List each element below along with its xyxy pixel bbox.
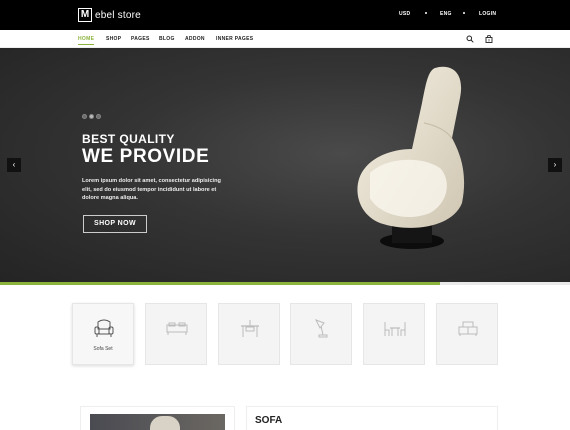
separator-dot — [425, 12, 427, 14]
desk-icon — [241, 320, 259, 337]
main-nav: HOME SHOP PAGES BLOG ADDON INNER PAGES 0 — [0, 30, 570, 48]
nav-shop[interactable]: SHOP — [106, 36, 121, 42]
dining-table-icon — [384, 322, 406, 336]
category-sofa-set[interactable]: Sofa Set — [72, 303, 134, 365]
slider-pagination — [82, 114, 101, 119]
cart-icon[interactable]: 0 — [485, 35, 493, 43]
prev-slide-button[interactable]: ‹ — [7, 158, 21, 172]
lamp-shade-image — [150, 416, 180, 430]
slider-dot[interactable] — [82, 114, 87, 119]
next-slide-button[interactable]: › — [548, 158, 562, 172]
logo[interactable]: M ebel store — [78, 8, 141, 22]
category-lamp[interactable] — [290, 303, 352, 365]
login-link[interactable]: LOGIN — [479, 11, 496, 17]
featured-product-title: SOFA — [255, 415, 283, 426]
hero-description: Lorem ipsum dolor sit amet, consectetur … — [82, 178, 221, 201]
shop-now-button[interactable]: SHOP NOW — [83, 215, 147, 233]
separator-dot — [463, 12, 465, 14]
currency-selector[interactable]: USD — [399, 11, 410, 17]
nav-home[interactable]: HOME — [78, 36, 95, 45]
hero-slider: BEST QUALITY WE PROVIDE Lorem ipsum dolo… — [0, 48, 570, 282]
logo-mark: M — [78, 8, 92, 22]
armchair-icon — [94, 319, 114, 337]
top-bar: M ebel store USD ENG LOGIN — [0, 0, 570, 30]
armchair-image — [357, 66, 465, 249]
slider-dot-active[interactable] — [89, 114, 94, 119]
category-label: Sofa Set — [93, 346, 113, 352]
slider-dot[interactable] — [96, 114, 101, 119]
category-dining[interactable] — [363, 303, 425, 365]
tv-stand-icon — [458, 321, 478, 336]
nav-inner-pages[interactable]: INNER PAGES — [216, 36, 253, 42]
search-icon[interactable] — [466, 35, 474, 43]
bed-icon — [166, 322, 188, 335]
svg-text:0: 0 — [488, 39, 490, 43]
nav-blog[interactable]: BLOG — [159, 36, 175, 42]
category-bed[interactable] — [145, 303, 207, 365]
category-desk[interactable] — [218, 303, 280, 365]
slider-progress-track — [440, 282, 570, 285]
hero-kicker: BEST QUALITY — [82, 132, 175, 146]
nav-addon[interactable]: ADDON — [185, 36, 205, 42]
nav-pages[interactable]: PAGES — [131, 36, 150, 42]
hero-headline: WE PROVIDE — [82, 146, 210, 167]
featured-product-details — [246, 406, 498, 430]
category-tv-stand[interactable] — [436, 303, 498, 365]
slider-progress-bar — [0, 282, 440, 285]
language-selector[interactable]: ENG — [440, 11, 452, 17]
lamp-icon — [314, 319, 328, 338]
logo-text: ebel store — [95, 9, 141, 21]
